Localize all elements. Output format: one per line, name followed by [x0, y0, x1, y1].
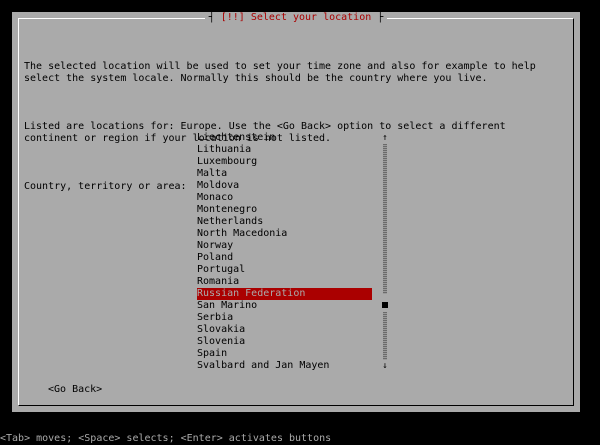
list-scrollbar[interactable]: ↑ ↓: [381, 132, 389, 372]
country-list-item[interactable]: Slovakia: [197, 324, 372, 336]
description-paragraph-1: The selected location will be used to se…: [24, 61, 536, 84]
country-list-item[interactable]: Montenegro: [197, 204, 372, 216]
installer-screen: ┤ [!!] Select your location ├ The select…: [0, 0, 600, 445]
country-list[interactable]: Liechtenstein Lithuania Luxembourg Malta Mol…: [197, 132, 372, 372]
scroll-down-arrow-icon[interactable]: ↓: [381, 360, 389, 372]
country-list-item[interactable]: Poland: [197, 252, 372, 264]
country-list-item[interactable]: Lithuania: [197, 144, 372, 156]
scrollbar-track-lower[interactable]: [383, 312, 387, 360]
country-list-item[interactable]: Monaco: [197, 192, 372, 204]
scroll-up-arrow-icon[interactable]: ↑: [381, 132, 389, 144]
country-list-item[interactable]: Portugal: [197, 264, 372, 276]
go-back-button[interactable]: <Go Back>: [48, 384, 102, 396]
country-list-item[interactable]: Serbia: [197, 312, 372, 324]
country-list-item[interactable]: Malta: [197, 168, 372, 180]
country-list-item[interactable]: Spain: [197, 348, 372, 360]
country-list-item[interactable]: Slovenia: [197, 336, 372, 348]
country-list-item[interactable]: Svalbard and Jan Mayen: [197, 360, 372, 372]
dialog-title-bar: ┤ [!!] Select your location ├: [12, 12, 580, 24]
scrollbar-track-upper[interactable]: [383, 144, 387, 294]
title-right-bracket: ├: [377, 12, 384, 23]
country-list-item[interactable]: Luxembourg: [197, 156, 372, 168]
title-left-bracket: ┤: [208, 12, 215, 23]
country-list-item-selected[interactable]: Russian Federation: [197, 288, 372, 300]
status-bar: <Tab> moves; <Space> selects; <Enter> ac…: [0, 433, 332, 444]
country-list-item[interactable]: Liechtenstein: [197, 132, 372, 144]
country-list-item[interactable]: Netherlands: [197, 216, 372, 228]
country-list-item[interactable]: North Macedonia: [197, 228, 372, 240]
country-list-item[interactable]: San Marino: [197, 300, 372, 312]
dialog-title-wrapper: ┤ [!!] Select your location ├: [204, 12, 388, 24]
country-list-item[interactable]: Norway: [197, 240, 372, 252]
dialog-title: [!!] Select your location: [220, 12, 372, 23]
country-list-item[interactable]: Moldova: [197, 180, 372, 192]
country-list-item[interactable]: Romania: [197, 276, 372, 288]
scrollbar-thumb[interactable]: [382, 302, 388, 308]
select-location-dialog: ┤ [!!] Select your location ├ The select…: [12, 12, 580, 412]
